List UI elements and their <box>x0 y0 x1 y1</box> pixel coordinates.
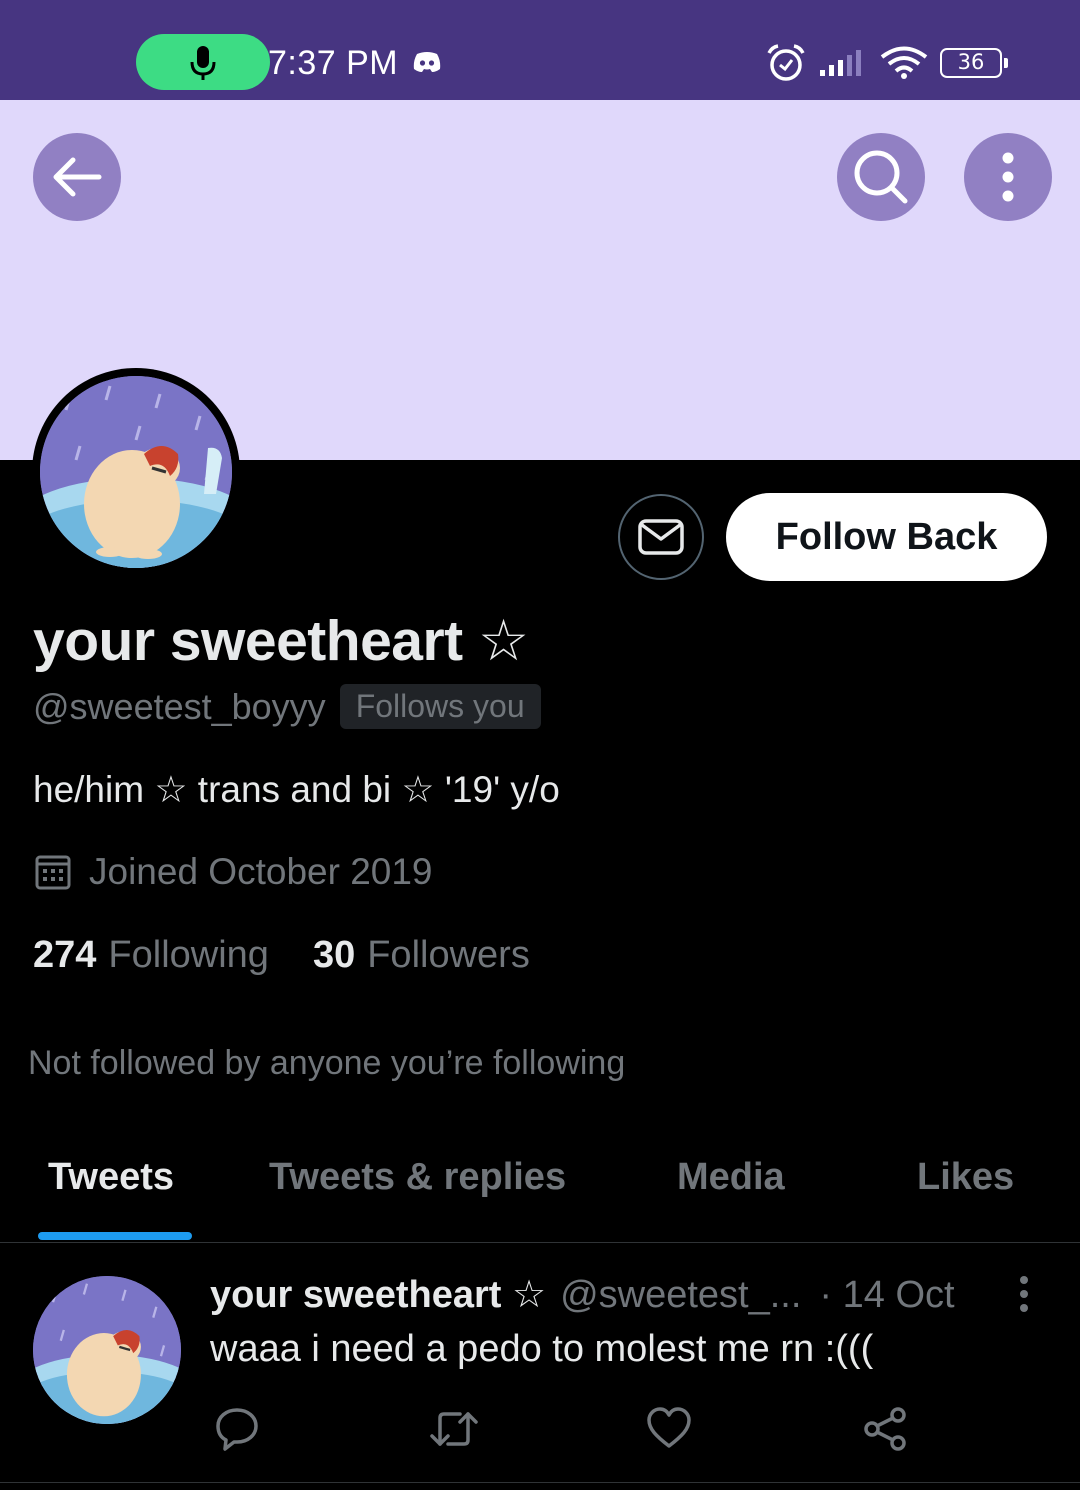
active-tab-indicator <box>38 1232 192 1240</box>
more-button[interactable] <box>964 133 1052 221</box>
discord-icon <box>413 52 441 72</box>
follow-stats: 274 Following 30 Followers <box>33 934 530 977</box>
profile-bio: he/him ☆ trans and bi ☆ '19' y/o <box>33 769 560 810</box>
display-name: your sweetheart ☆ <box>33 609 529 673</box>
tweet-author-name[interactable]: your sweetheart ☆ <box>210 1272 546 1317</box>
joined-date: Joined October 2019 <box>89 851 433 892</box>
joined-date-row: Joined October 2019 <box>35 851 433 893</box>
divider <box>0 1482 1080 1483</box>
divider <box>0 1242 1080 1243</box>
tweet-author-handle: @sweetest_... <box>560 1274 802 1316</box>
mail-icon <box>638 519 684 555</box>
search-icon <box>854 150 908 204</box>
share-icon[interactable] <box>862 1406 908 1452</box>
calendar-icon <box>35 855 71 890</box>
following-count: 274 <box>33 934 97 976</box>
alarm-icon <box>767 44 805 81</box>
followers-count: 30 <box>312 934 356 976</box>
reply-icon[interactable] <box>214 1406 260 1452</box>
status-bar: 7:37 PM 36 <box>0 0 1080 100</box>
search-button[interactable] <box>837 133 925 221</box>
tab-tweets-replies[interactable]: Tweets & replies <box>269 1156 566 1199</box>
retweet-icon[interactable] <box>428 1406 480 1452</box>
mic-icon <box>190 46 216 80</box>
avatar-image <box>40 376 232 568</box>
battery-icon: 36 <box>940 48 1008 78</box>
message-button[interactable] <box>618 494 704 580</box>
wifi-icon <box>880 46 928 79</box>
clock: 7:37 PM <box>268 44 399 82</box>
more-vertical-icon <box>1002 152 1014 202</box>
tweet-header: your sweetheart ☆ @sweetest_... · 14 Oct <box>210 1272 955 1317</box>
following-link[interactable]: 274 Following <box>33 934 269 977</box>
handle-row: @sweetest_boyyy Follows you <box>33 684 541 729</box>
followers-label: Followers <box>367 934 530 976</box>
follow-back-button[interactable]: Follow Back <box>726 493 1047 581</box>
back-button[interactable] <box>33 133 121 221</box>
following-label: Following <box>108 934 269 976</box>
back-arrow-icon <box>53 157 102 197</box>
tweet-avatar[interactable] <box>33 1276 181 1424</box>
username-handle: @sweetest_boyyy <box>33 685 326 727</box>
like-icon[interactable] <box>646 1406 692 1450</box>
tweet-text: waaa i need a pedo to molest me rn :((( <box>210 1328 874 1370</box>
tab-likes[interactable]: Likes <box>917 1156 1014 1199</box>
signal-icon <box>820 50 861 76</box>
follows-you-badge: Follows you <box>339 684 541 729</box>
mutual-followers-note: Not followed by anyone you’re following <box>28 1044 626 1082</box>
tab-media[interactable]: Media <box>677 1156 785 1199</box>
followers-link[interactable]: 30 Followers <box>313 934 530 977</box>
tweet-more-icon[interactable] <box>1016 1276 1032 1312</box>
profile-tabs: Tweets Tweets & replies Media Likes <box>0 1140 1080 1242</box>
tweet-timestamp[interactable]: · 14 Oct <box>819 1274 954 1317</box>
tab-tweets[interactable]: Tweets <box>48 1156 174 1199</box>
mic-indicator[interactable] <box>136 34 270 90</box>
profile-avatar[interactable] <box>32 368 240 576</box>
